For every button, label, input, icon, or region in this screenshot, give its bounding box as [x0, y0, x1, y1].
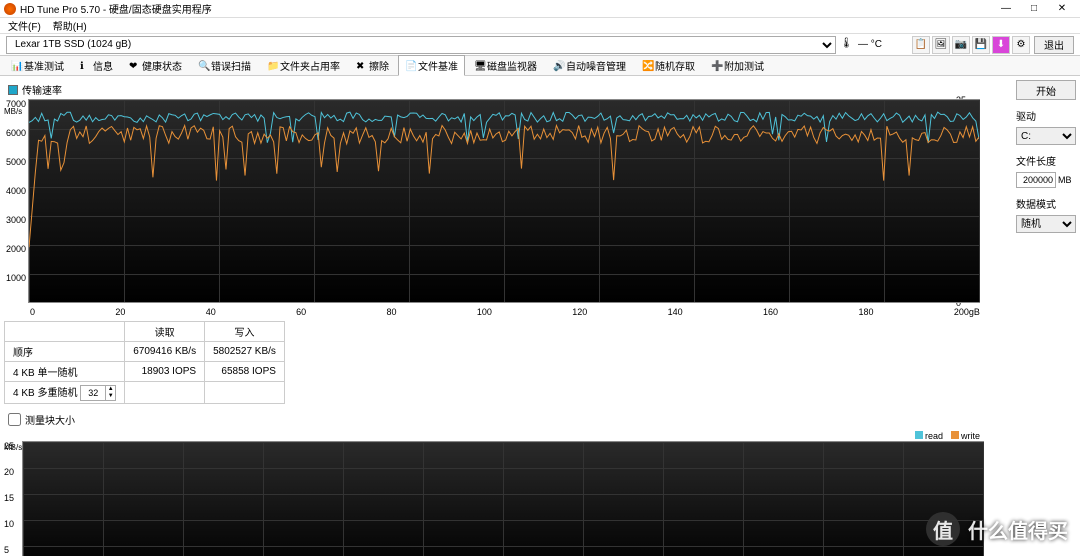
watermark-text: 什么值得买: [968, 515, 1068, 544]
legend-label: 传输速率: [22, 82, 62, 97]
col-blank: [5, 322, 125, 342]
info-icon: ℹ: [80, 61, 90, 71]
datamode-label: 数据模式: [1016, 196, 1076, 211]
queue-depth-spinner[interactable]: ▲▼: [80, 385, 116, 401]
blocksize-label: 测量块大小: [25, 412, 75, 427]
chart-canvas: [28, 99, 980, 303]
close-button[interactable]: ✕: [1048, 1, 1076, 17]
start-button[interactable]: 开始: [1016, 80, 1076, 100]
chevron-up-icon[interactable]: ▲: [105, 386, 115, 393]
tab-extra[interactable]: ➕附加测试: [704, 55, 771, 76]
filelen-input[interactable]: [1016, 172, 1056, 188]
tab-errorscan[interactable]: 🔍错误扫描: [191, 55, 258, 76]
chart2-legend: read write: [915, 431, 980, 441]
transfer-chart: 7000600050004000300020001000 35302520151…: [4, 99, 954, 317]
monitor-icon: 🖥: [474, 61, 484, 71]
window-title: HD Tune Pro 5.70 - 硬盘/固态硬盘实用程序: [20, 1, 992, 16]
table-row: 4 KB 多重随机 ▲▼: [5, 382, 285, 404]
datamode-select[interactable]: 随机: [1016, 215, 1076, 233]
col-read: 读取: [125, 322, 205, 342]
window-controls: — □ ✕: [992, 1, 1076, 17]
sound-icon: 🔊: [553, 61, 563, 71]
chevron-down-icon[interactable]: ▼: [105, 393, 115, 400]
blocksize-chart: read write 252015105 64 MB MB/s: [4, 431, 984, 556]
col-write: 写入: [205, 322, 285, 342]
menu-help[interactable]: 帮助(H): [53, 18, 87, 33]
menubar: 文件(F) 帮助(H): [0, 18, 1080, 34]
results-table: 读取 写入 顺序 6709416 KB/s 5802527 KB/s 4 KB …: [4, 321, 285, 404]
thermometer-icon: 🌡: [840, 38, 854, 52]
drive-bar: Lexar 1TB SSD (1024 gB) 🌡 — °C 📋 🖼 📷 💾 ⬇…: [0, 34, 1080, 56]
erase-icon: ✖: [356, 61, 366, 71]
write-color-icon: [951, 431, 959, 439]
copy-icon[interactable]: 📋: [912, 36, 930, 54]
tab-erase[interactable]: ✖擦除: [349, 55, 396, 76]
filelen-label: 文件长度: [1016, 153, 1076, 168]
legend-square: [8, 85, 18, 95]
tab-monitor[interactable]: 🖥磁盘监视器: [467, 55, 544, 76]
read-color-icon: [915, 431, 923, 439]
y-unit-label: MB/s: [4, 107, 22, 116]
heart-icon: ❤: [129, 61, 139, 71]
options-icon[interactable]: ⚙: [1012, 36, 1030, 54]
exit-button[interactable]: 退出: [1034, 36, 1074, 54]
minimize-button[interactable]: —: [992, 1, 1020, 17]
sidebar: 开始 驱动 C: 文件长度 MB 数据模式 随机: [1012, 76, 1080, 556]
blocksize-checkbox-row: 测量块大小: [4, 410, 1008, 429]
save-icon[interactable]: 💾: [972, 36, 990, 54]
plus-icon: ➕: [711, 61, 721, 71]
tab-filebench[interactable]: 📄文件基准: [398, 55, 465, 76]
tab-folder[interactable]: 📁文件夹占用率: [260, 55, 347, 76]
tab-info[interactable]: ℹ信息: [73, 55, 120, 76]
drive-label: 驱动: [1016, 108, 1076, 123]
filelen-unit: MB: [1058, 175, 1072, 185]
temperature-value: — °C: [858, 39, 882, 50]
watermark-logo: 值: [926, 512, 960, 546]
search-icon: 🔍: [198, 61, 208, 71]
chart-legend: 传输速率: [4, 80, 1008, 99]
titlebar: HD Tune Pro 5.70 - 硬盘/固态硬盘实用程序 — □ ✕: [0, 0, 1080, 18]
screenshot-icon[interactable]: 🖼: [932, 36, 950, 54]
drive-select[interactable]: Lexar 1TB SSD (1024 gB): [6, 36, 836, 54]
camera-icon[interactable]: 📷: [952, 36, 970, 54]
toolbar-icons: 📋 🖼 📷 💾 ⬇ ⚙: [912, 36, 1030, 54]
tab-random[interactable]: 🔀随机存取: [635, 55, 702, 76]
table-row: 4 KB 单一随机 18903 IOPS 65858 IOPS: [5, 362, 285, 382]
menu-file[interactable]: 文件(F): [8, 18, 41, 33]
drive-letter-select[interactable]: C:: [1016, 127, 1076, 145]
main-area: 传输速率 7000600050004000300020001000 353025…: [0, 76, 1080, 556]
app-icon: [4, 3, 16, 15]
tabs: 📊基准测试 ℹ信息 ❤健康状态 🔍错误扫描 📁文件夹占用率 ✖擦除 📄文件基准 …: [0, 56, 1080, 76]
tab-benchmark[interactable]: 📊基准测试: [4, 55, 71, 76]
settings-icon[interactable]: ⬇: [992, 36, 1010, 54]
gauge-icon: 📊: [11, 61, 21, 71]
maximize-button[interactable]: □: [1020, 1, 1048, 17]
file-icon: 📄: [405, 61, 415, 71]
random-icon: 🔀: [642, 61, 652, 71]
y2-unit-label: MB/s: [4, 443, 22, 452]
content: 传输速率 7000600050004000300020001000 353025…: [0, 76, 1012, 556]
tab-aam[interactable]: 🔊自动噪音管理: [546, 55, 633, 76]
table-row: 顺序 6709416 KB/s 5802527 KB/s: [5, 342, 285, 362]
blocksize-checkbox[interactable]: [8, 413, 21, 426]
chart2-canvas: 64 MB: [22, 441, 984, 556]
watermark: 值 什么值得买: [926, 512, 1068, 546]
folder-icon: 📁: [267, 61, 277, 71]
tab-health[interactable]: ❤健康状态: [122, 55, 189, 76]
